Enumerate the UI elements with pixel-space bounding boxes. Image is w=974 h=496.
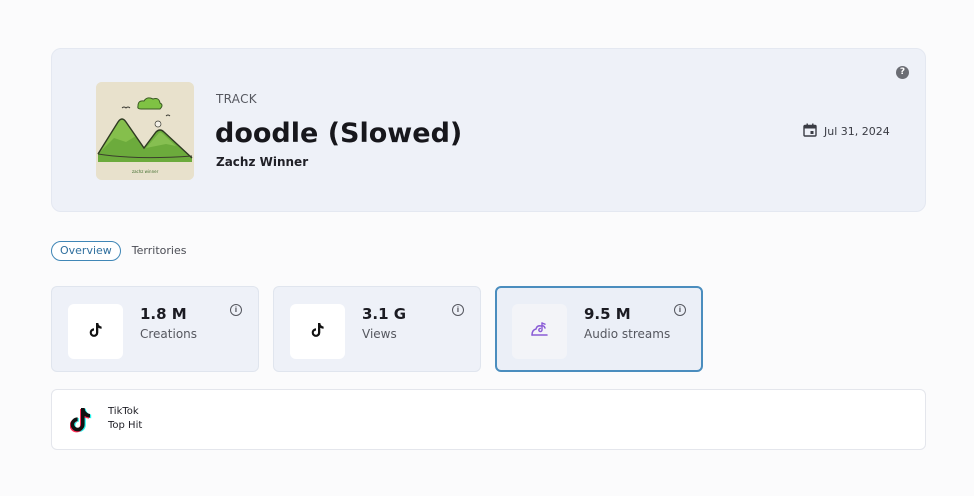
tiktok-icon [89,322,103,342]
tiktok-logo-icon [69,407,94,438]
stat-label: Creations [140,327,198,341]
info-icon[interactable]: i [230,304,242,316]
release-date: Jul 31, 2024 [803,122,890,141]
track-type-label: TRACK [216,92,257,106]
stat-card-creations[interactable]: 1.8 M Creations i [51,286,259,372]
tab-territories[interactable]: Territories [131,241,188,261]
tab-bar: Overview Territories [51,241,187,261]
top-hit-row[interactable]: TikTok Top Hit [51,389,926,450]
stat-icon-box [68,304,123,359]
audio-stream-icon [530,321,550,342]
stat-value: 3.1 G [362,305,407,323]
tiktok-icon [311,322,325,342]
info-icon[interactable]: i [452,304,464,316]
calendar-icon [803,122,817,141]
tab-overview[interactable]: Overview [51,241,121,261]
stat-label: Views [362,327,397,341]
cover-signature: zachz winner [132,169,159,174]
hit-label: Top Hit [108,420,143,431]
stat-value: 9.5 M [584,305,631,323]
album-cover: zachz winner [96,82,194,180]
stat-card-views[interactable]: 3.1 G Views i [273,286,481,372]
stat-value: 1.8 M [140,305,187,323]
stat-icon-box [512,304,567,359]
track-header-card: zachz winner TRACK doodle (Slowed) Zachz… [51,48,926,212]
stat-icon-box [290,304,345,359]
stat-card-audio-streams[interactable]: 9.5 M Audio streams i [495,286,703,372]
artist-name[interactable]: Zachz Winner [216,155,308,169]
hit-platform-name: TikTok [108,406,139,417]
album-cover-art: zachz winner [96,82,194,180]
help-icon[interactable]: ? [896,66,909,79]
release-date-text: Jul 31, 2024 [824,125,890,138]
info-icon[interactable]: i [674,304,686,316]
stat-label: Audio streams [584,327,671,341]
track-title: doodle (Slowed) [215,118,463,149]
